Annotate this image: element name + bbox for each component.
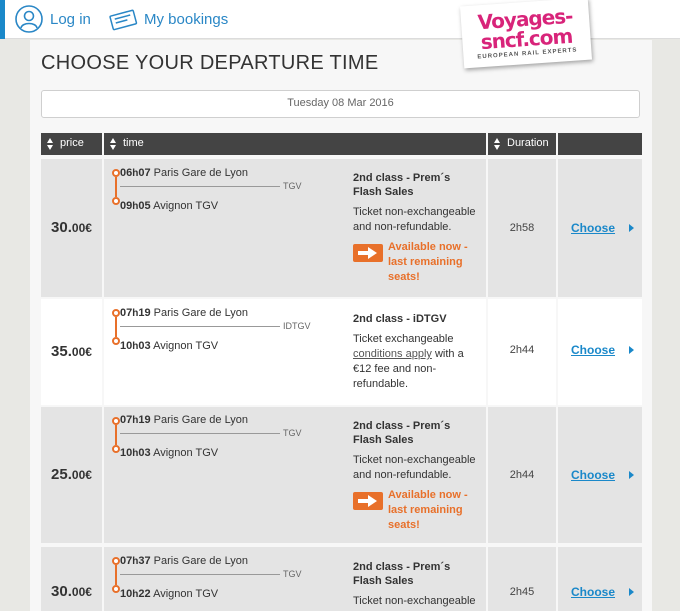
arrival: 09h05 Avignon TGV <box>120 200 219 212</box>
column-header-time[interactable]: time <box>104 133 486 155</box>
fare-conditions: Ticket exchangeable conditions apply wit… <box>353 333 464 390</box>
fare-conditions: Ticket non-exchangeable and non-refundab… <box>353 206 476 233</box>
fare-class: 2nd class - iDTGV <box>353 313 447 325</box>
journey-duration: 2h45 <box>509 586 535 598</box>
choose-cell: Choose <box>558 547 642 611</box>
price-cell: 35.00€ <box>41 299 102 405</box>
journey-row: 35.00€ 07h19 Paris Gare de Lyon IDTGV 10… <box>41 299 642 405</box>
user-icon <box>14 4 44 34</box>
price-cell: 30.00€ <box>41 159 102 297</box>
conditions-link[interactable]: conditions apply <box>353 348 432 360</box>
play-arrow-icon <box>629 588 634 596</box>
login-link[interactable]: Log in <box>14 4 91 34</box>
choose-cell: Choose <box>558 407 642 543</box>
fare-class: 2nd class - Prem´s Flash Sales <box>353 172 451 198</box>
journey-info-cell: 06h07 Paris Gare de Lyon TGV 09h05 Avign… <box>104 159 486 297</box>
journey-info-cell: 07h19 Paris Gare de Lyon IDTGV 10h03 Avi… <box>104 299 486 405</box>
duration-header-label: Duration <box>507 137 549 149</box>
my-bookings-link[interactable]: My bookings <box>108 4 228 34</box>
play-arrow-icon <box>629 471 634 479</box>
journey-duration: 2h44 <box>509 469 535 481</box>
sort-icon <box>494 138 500 150</box>
train-type: TGV <box>283 428 302 438</box>
choose-cell: Choose <box>558 159 642 297</box>
availability-notice: Available now - last remaining seats! <box>353 488 483 534</box>
availability-notice: Available now - last remaining seats! <box>353 240 483 286</box>
departure: 06h07 Paris Gare de Lyon <box>120 167 249 179</box>
play-arrow-icon <box>629 346 634 354</box>
departure: 07h19 Paris Gare de Lyon <box>120 414 249 426</box>
fare-conditions: Ticket non-exchangeable <box>353 595 476 607</box>
top-bar-accent <box>0 0 5 39</box>
arrival: 10h03 Avignon TGV <box>120 340 219 352</box>
fare-price: 30.00€ <box>51 583 92 600</box>
arrow-right-icon <box>353 492 383 510</box>
arrival: 10h22 Avignon TGV <box>120 588 219 600</box>
journey-row: 30.00€ 07h37 Paris Gare de Lyon TGV 10h2… <box>41 547 642 611</box>
page-title: CHOOSE YOUR DEPARTURE TIME <box>41 52 379 74</box>
voyages-sncf-logo[interactable]: Voyages- sncf.com EUROPEAN RAIL EXPERTS <box>459 0 593 69</box>
journey-info-cell: 07h37 Paris Gare de Lyon TGV 10h22 Avign… <box>104 547 486 611</box>
availability-text: Available now - last remaining seats! <box>388 241 468 283</box>
column-header-action <box>558 133 642 155</box>
choose-button[interactable]: Choose <box>571 585 615 599</box>
price-cell: 30.00€ <box>41 547 102 611</box>
departure: 07h37 Paris Gare de Lyon <box>120 555 249 567</box>
choose-cell: Choose <box>558 299 642 405</box>
fare-price: 30.00€ <box>51 219 92 236</box>
duration-cell: 2h58 <box>488 159 556 297</box>
choose-button[interactable]: Choose <box>571 468 615 482</box>
login-label: Log in <box>50 10 91 28</box>
choose-button[interactable]: Choose <box>571 343 615 357</box>
arrival: 10h03 Avignon TGV <box>120 447 219 459</box>
sort-icon <box>110 138 116 150</box>
connector-line <box>120 326 280 327</box>
ticket-icon <box>108 4 138 34</box>
fare-price: 35.00€ <box>51 343 92 360</box>
choose-button[interactable]: Choose <box>571 221 615 235</box>
my-bookings-label: My bookings <box>144 10 229 28</box>
train-type: IDTGV <box>283 321 311 331</box>
journey-info-cell: 07h19 Paris Gare de Lyon TGV 10h03 Avign… <box>104 407 486 543</box>
play-arrow-icon <box>629 224 634 232</box>
results-panel: CHOOSE YOUR DEPARTURE TIME Tuesday 08 Ma… <box>30 40 652 611</box>
connector-line <box>120 574 280 575</box>
date-selector[interactable]: Tuesday 08 Mar 2016 <box>41 90 640 118</box>
column-header-duration[interactable]: Duration <box>488 133 556 155</box>
departure: 07h19 Paris Gare de Lyon <box>120 307 249 319</box>
time-header-label: time <box>123 137 144 149</box>
availability-text: Available now - last remaining seats! <box>388 489 468 531</box>
price-header-label: price <box>60 137 84 149</box>
sort-icon <box>47 138 53 150</box>
column-header-price[interactable]: price <box>41 133 102 155</box>
duration-cell: 2h44 <box>488 299 556 405</box>
fare-class: 2nd class - Prem´s Flash Sales <box>353 420 451 446</box>
fare-conditions: Ticket non-exchangeable and non-refundab… <box>353 454 476 481</box>
duration-cell: 2h45 <box>488 547 556 611</box>
connector-line <box>120 186 280 187</box>
duration-cell: 2h44 <box>488 407 556 543</box>
journey-row: 25.00€ 07h19 Paris Gare de Lyon TGV 10h0… <box>41 407 642 543</box>
connector-line <box>120 433 280 434</box>
journey-row: 30.00€ 06h07 Paris Gare de Lyon TGV 09h0… <box>41 159 642 297</box>
fare-class: 2nd class - Prem´s Flash Sales <box>353 561 451 587</box>
journey-duration: 2h58 <box>509 222 535 234</box>
train-type: TGV <box>283 181 302 191</box>
fare-price: 25.00€ <box>51 466 92 483</box>
arrow-right-icon <box>353 244 383 262</box>
journey-duration: 2h44 <box>509 344 535 356</box>
price-cell: 25.00€ <box>41 407 102 543</box>
selected-date: Tuesday 08 Mar 2016 <box>287 97 394 109</box>
train-type: TGV <box>283 569 302 579</box>
